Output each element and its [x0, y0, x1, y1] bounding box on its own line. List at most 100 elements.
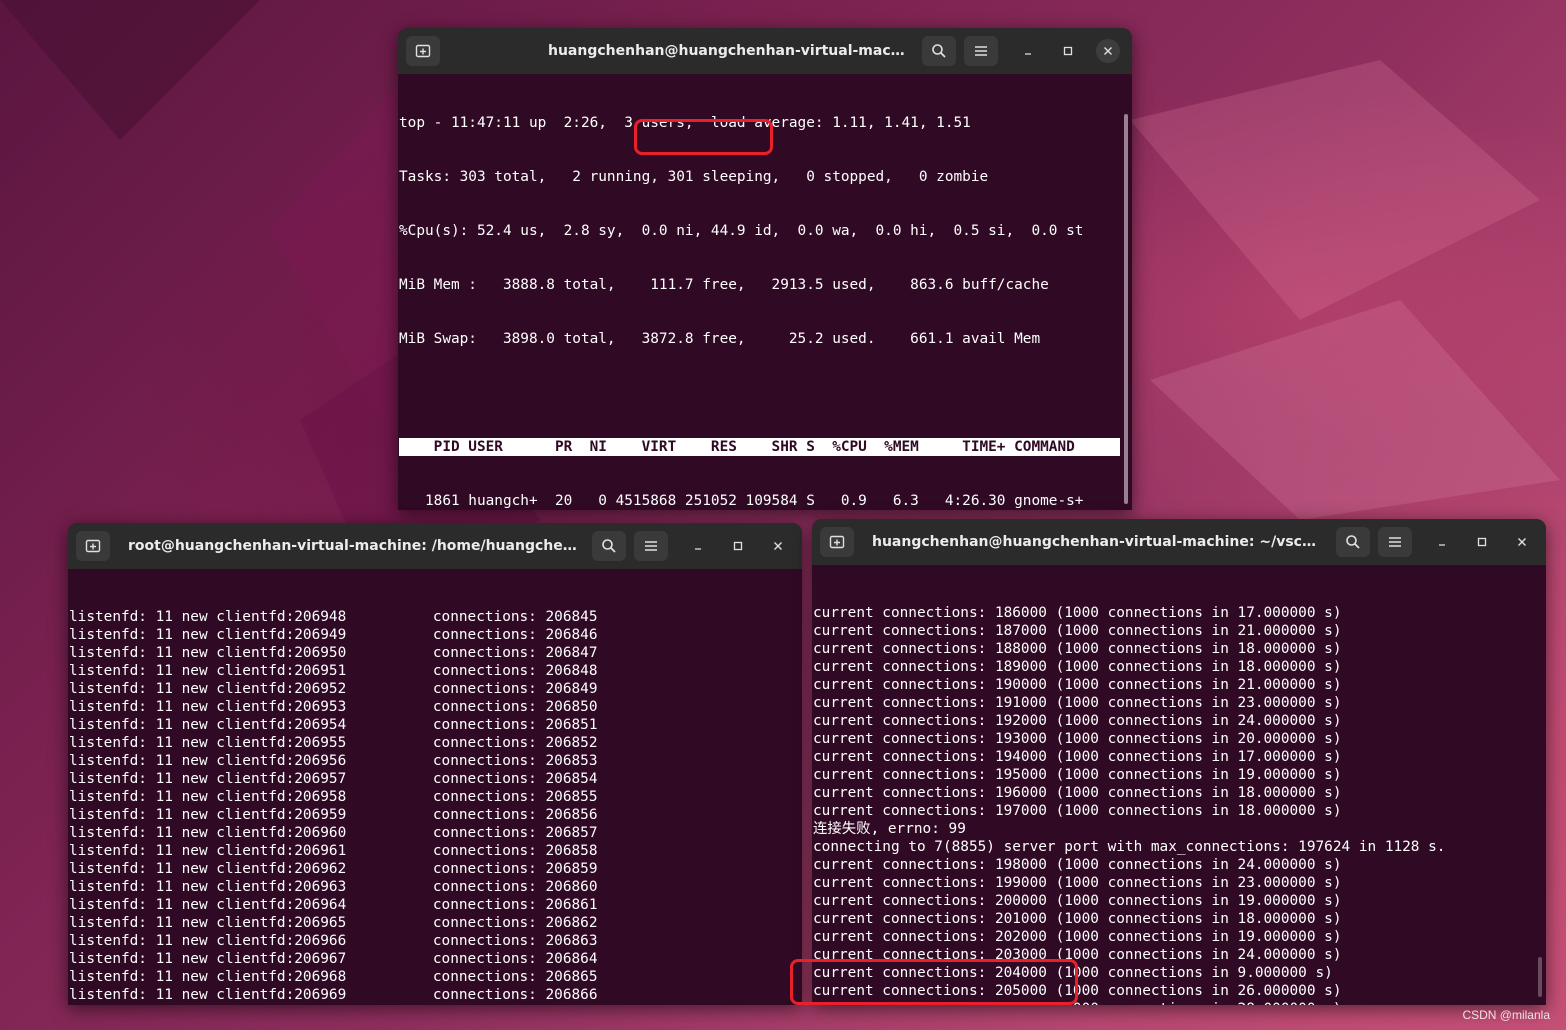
menu-button[interactable] — [634, 531, 668, 561]
search-icon — [602, 539, 616, 553]
top-terminal-window[interactable]: huangchenhan@huangchenhan-virtual-machin… — [398, 28, 1132, 510]
watermark: CSDN @milanla — [1462, 1008, 1550, 1022]
summary-line: %Cpu(s): 52.4 us, 2.8 sy, 0.0 ni, 44.9 i… — [399, 223, 1084, 239]
output-line: current connections: 199000 (1000 connec… — [813, 875, 1342, 891]
menu-button[interactable] — [964, 36, 998, 66]
menu-button[interactable] — [1378, 527, 1412, 557]
summary-line: MiB Swap: 3898.0 total, 3872.8 free, 25.… — [399, 331, 1041, 347]
final-connections-highlight — [790, 959, 1078, 1005]
terminal-output[interactable]: listenfd: 11 new clientfd:206948 connect… — [69, 572, 798, 1005]
close-button[interactable] — [766, 534, 790, 558]
close-icon — [774, 542, 782, 550]
output-line: listenfd: 11 new clientfd:206952 connect… — [69, 681, 598, 697]
output-line: connecting to 7(8855) server port with m… — [813, 839, 1446, 855]
minimize-button[interactable] — [686, 534, 710, 558]
window-title: root@huangchenhan-virtual-machine: /home… — [128, 538, 580, 554]
server-terminal-window[interactable]: root@huangchenhan-virtual-machine: /home… — [68, 523, 802, 1005]
close-button[interactable] — [1510, 530, 1534, 554]
minimize-icon — [695, 548, 701, 550]
output-line: current connections: 188000 (1000 connec… — [813, 641, 1342, 657]
output-line: listenfd: 11 new clientfd:206957 connect… — [69, 771, 598, 787]
maximize-icon — [1063, 46, 1073, 56]
new-tab-button[interactable] — [820, 527, 854, 557]
output-line: listenfd: 11 new clientfd:206954 connect… — [69, 717, 598, 733]
maximize-button[interactable] — [726, 534, 750, 558]
output-line: listenfd: 11 new clientfd:206966 connect… — [69, 933, 598, 949]
output-line: current connections: 197000 (1000 connec… — [813, 803, 1342, 819]
output-line: current connections: 190000 (1000 connec… — [813, 677, 1342, 693]
output-line: listenfd: 11 new clientfd:206959 connect… — [69, 807, 598, 823]
output-line: listenfd: 11 new clientfd:206958 connect… — [69, 789, 598, 805]
close-button[interactable] — [1096, 39, 1120, 63]
output-line: current connections: 196000 (1000 connec… — [813, 785, 1342, 801]
window-title: huangchenhan@huangchenhan-virtual-machin… — [548, 43, 908, 59]
output-line: current connections: 201000 (1000 connec… — [813, 911, 1342, 927]
output-line: listenfd: 11 new clientfd:206950 connect… — [69, 645, 598, 661]
hamburger-menu-icon — [1389, 537, 1401, 547]
output-line: current connections: 195000 (1000 connec… — [813, 767, 1342, 783]
output-line: listenfd: 11 new clientfd:206964 connect… — [69, 897, 598, 913]
output-line: current connections: 189000 (1000 connec… — [813, 659, 1342, 675]
output-line: current connections: 191000 (1000 connec… — [813, 695, 1342, 711]
output-line: current connections: 202000 (1000 connec… — [813, 929, 1342, 945]
minimize-button[interactable] — [1016, 39, 1040, 63]
output-line: listenfd: 11 new clientfd:206961 connect… — [69, 843, 598, 859]
search-button[interactable] — [592, 531, 626, 561]
search-icon — [932, 44, 946, 58]
output-line: listenfd: 11 new clientfd:206967 connect… — [69, 951, 598, 967]
output-line: listenfd: 11 new clientfd:206956 connect… — [69, 753, 598, 769]
process-table: 1861 huangch+ 20 0 4515868 251052 109584… — [399, 492, 1120, 510]
client-terminal-window[interactable]: huangchenhan@huangchenhan-virtual-machin… — [812, 519, 1546, 1005]
output-line: current connections: 194000 (1000 connec… — [813, 749, 1342, 765]
scrollbar[interactable] — [1538, 957, 1542, 997]
output-line: current connections: 186000 (1000 connec… — [813, 605, 1342, 621]
output-line: listenfd: 11 new clientfd:206948 connect… — [69, 609, 598, 625]
free-memory-highlight — [634, 119, 773, 155]
window-title: huangchenhan@huangchenhan-virtual-machin… — [872, 534, 1324, 550]
new-tab-icon — [85, 539, 101, 553]
close-icon — [1104, 47, 1112, 55]
close-icon — [1518, 538, 1526, 546]
output-line: current connections: 198000 (1000 connec… — [813, 857, 1342, 873]
maximize-icon — [1477, 537, 1487, 547]
output-line: listenfd: 11 new clientfd:206951 connect… — [69, 663, 598, 679]
process-row: 1861 huangch+ 20 0 4515868 251052 109584… — [399, 493, 1084, 509]
new-tab-button[interactable] — [406, 36, 440, 66]
output-line: listenfd: 11 new clientfd:206953 connect… — [69, 699, 598, 715]
output-line: listenfd: 11 new clientfd:206960 connect… — [69, 825, 598, 841]
output-line: current connections: 187000 (1000 connec… — [813, 623, 1342, 639]
new-tab-button[interactable] — [76, 531, 110, 561]
titlebar[interactable]: huangchenhan@huangchenhan-virtual-machin… — [812, 519, 1546, 565]
search-button[interactable] — [1336, 527, 1370, 557]
output-line: current connections: 193000 (1000 connec… — [813, 731, 1342, 747]
new-tab-icon — [829, 535, 845, 549]
output-line: current connections: 192000 (1000 connec… — [813, 713, 1342, 729]
search-button[interactable] — [922, 36, 956, 66]
output-line: current connections: 200000 (1000 connec… — [813, 893, 1342, 909]
titlebar[interactable]: huangchenhan@huangchenhan-virtual-machin… — [398, 28, 1132, 74]
output-line: listenfd: 11 new clientfd:206963 connect… — [69, 879, 598, 895]
process-table-header: PID USER PR NI VIRT RES SHR S %CPU %MEM … — [399, 438, 1120, 456]
terminal-output[interactable]: current connections: 186000 (1000 connec… — [813, 568, 1534, 1005]
maximize-button[interactable] — [1056, 39, 1080, 63]
output-line: listenfd: 11 new clientfd:206969 connect… — [69, 987, 598, 1003]
maximize-button[interactable] — [1470, 530, 1494, 554]
minimize-button[interactable] — [1430, 530, 1454, 554]
new-tab-icon — [415, 44, 431, 58]
titlebar[interactable]: root@huangchenhan-virtual-machine: /home… — [68, 523, 802, 569]
output-line: listenfd: 11 new clientfd:206949 connect… — [69, 627, 598, 643]
minimize-icon — [1025, 53, 1031, 55]
output-line: listenfd: 11 new clientfd:206965 connect… — [69, 915, 598, 931]
summary-line: Tasks: 303 total, 2 running, 301 sleepin… — [399, 169, 989, 185]
minimize-icon — [1439, 544, 1445, 546]
search-icon — [1346, 535, 1360, 549]
maximize-icon — [733, 541, 743, 551]
output-line: listenfd: 11 new clientfd:206962 connect… — [69, 861, 598, 877]
scrollbar[interactable] — [1124, 114, 1128, 504]
hamburger-menu-icon — [975, 46, 987, 56]
hamburger-menu-icon — [645, 541, 657, 551]
summary-line: MiB Mem : 3888.8 total, 111.7 free, 2913… — [399, 277, 1049, 293]
output-line: listenfd: 11 new clientfd:206955 connect… — [69, 735, 598, 751]
output-line: listenfd: 11 new clientfd:206970 connect… — [69, 1004, 798, 1005]
